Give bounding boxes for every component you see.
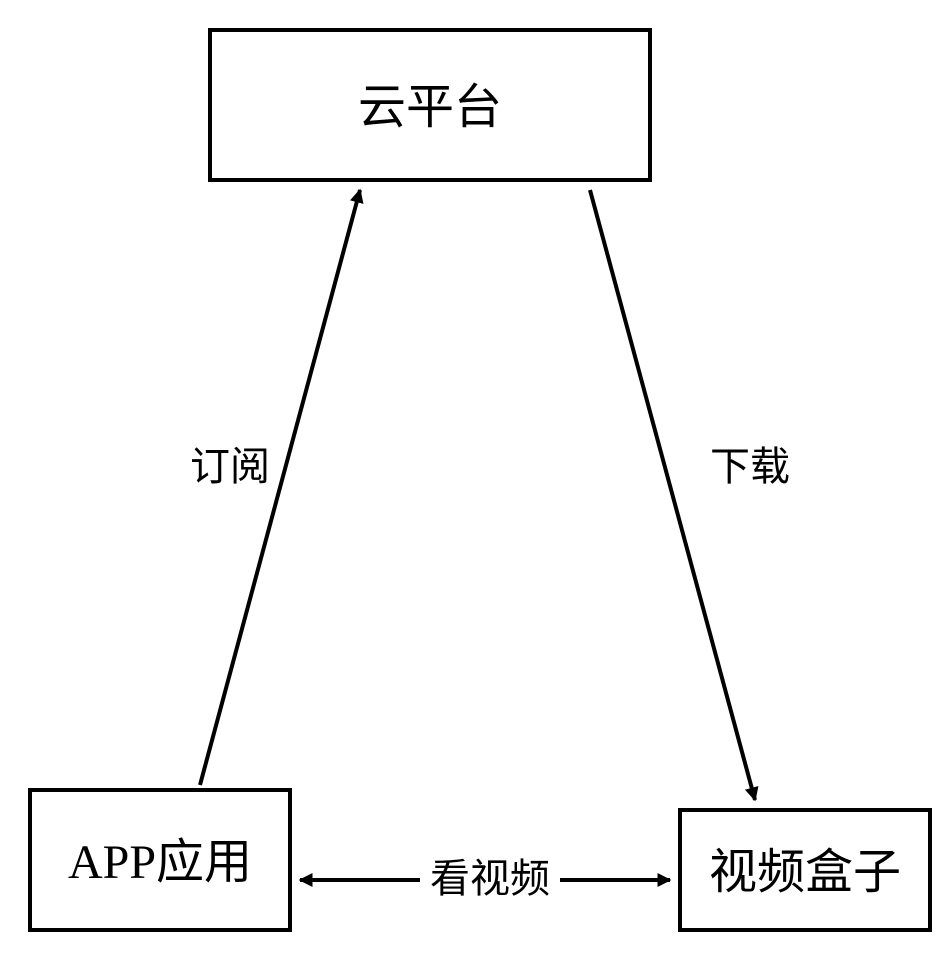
node-app: APP应用 (30, 790, 290, 930)
edge-download: 下载 (590, 190, 790, 800)
system-diagram: 云平台 APP应用 视频盒子 订阅 下载 看视频 (0, 0, 949, 966)
node-app-label: APP应用 (68, 836, 252, 889)
edge-download-label: 下载 (710, 444, 790, 489)
edge-subscribe-label: 订阅 (190, 444, 270, 489)
node-cloud-label: 云平台 (358, 81, 502, 134)
edge-watch: 看视频 (300, 850, 670, 905)
node-video-label: 视频盒子 (709, 846, 901, 899)
edge-watch-label: 看视频 (430, 856, 550, 901)
edge-subscribe: 订阅 (190, 190, 360, 785)
node-cloud-platform: 云平台 (210, 30, 650, 180)
node-video-box: 视频盒子 (680, 810, 930, 930)
